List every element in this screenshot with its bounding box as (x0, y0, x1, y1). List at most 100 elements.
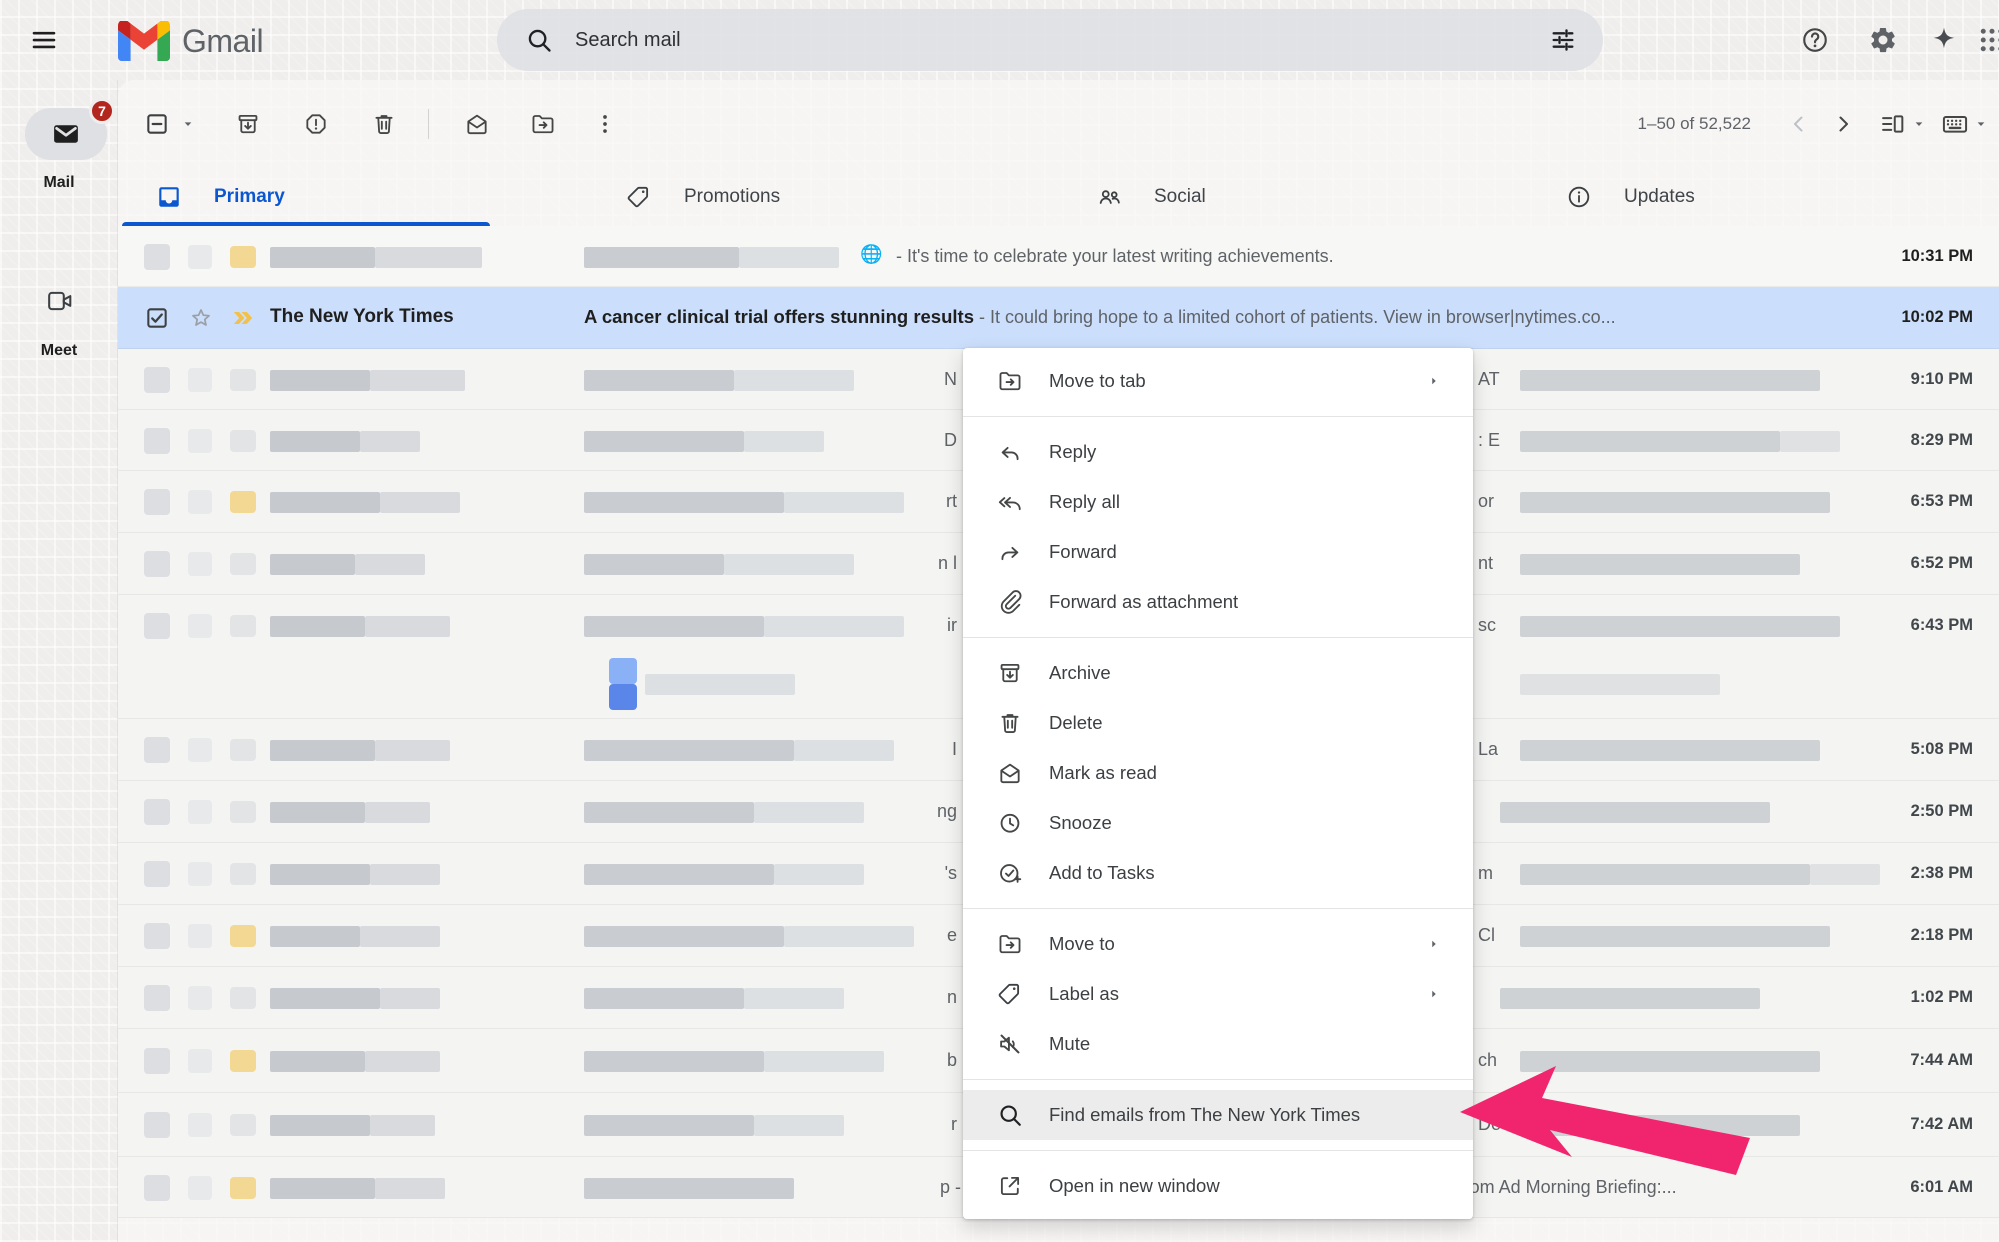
meet-label: Meet (0, 342, 118, 360)
blurred-block (144, 985, 170, 1011)
snippet-emoji: 🌐 (860, 244, 882, 265)
email-time: 10:02 PM (1901, 308, 1973, 327)
blurred-block (144, 489, 170, 515)
tab-label: Promotions (684, 186, 780, 208)
blurred-text-bar (724, 554, 854, 575)
toolbar-divider (428, 109, 429, 139)
split-pane-toggle[interactable] (1879, 110, 1927, 138)
clipped-text-fragment: N (944, 369, 957, 390)
menu-item-move-to-tab[interactable]: Move to tab (963, 356, 1473, 406)
email-row[interactable]: 🌐- It's time to celebrate your latest wr… (118, 226, 1999, 287)
menu-item-reply-all[interactable]: Reply all (963, 477, 1473, 527)
delete-button[interactable] (362, 102, 406, 146)
menu-item-label: Reply all (1049, 491, 1120, 513)
blurred-text-bar (584, 247, 739, 268)
menu-item-mute[interactable]: Mute (963, 1019, 1473, 1069)
clipped-text-fragment: AT (1478, 369, 1500, 390)
blurred-block (188, 1049, 212, 1073)
search-options-icon[interactable] (1549, 26, 1577, 54)
clipped-text-fragment: I (952, 739, 957, 760)
menu-item-label: Mute (1049, 1033, 1090, 1055)
blurred-text-bar (584, 926, 784, 947)
tab-social[interactable]: Social (1058, 168, 1528, 226)
search-input[interactable] (575, 29, 1549, 52)
menu-item-move-to[interactable]: Move to (963, 919, 1473, 969)
email-time: 2:50 PM (1911, 802, 1973, 821)
blurred-block (230, 369, 256, 391)
reply-all-icon (997, 489, 1023, 515)
move-to-button[interactable] (521, 102, 565, 146)
blurred-block (230, 801, 256, 823)
mark-read-button[interactable] (455, 102, 499, 146)
select-all-checkbox[interactable] (135, 102, 179, 146)
gear-icon (1868, 25, 1898, 55)
older-page-button[interactable] (1821, 102, 1865, 146)
clipped-text-fragment: n l (938, 553, 957, 574)
menu-item-label: Forward as attachment (1049, 591, 1238, 613)
row-checkbox-checked[interactable] (144, 305, 170, 331)
select-dropdown[interactable] (174, 102, 202, 146)
menu-divider (963, 1150, 1473, 1151)
blurred-block (188, 245, 212, 269)
tab-updates[interactable]: Updates (1528, 168, 1998, 226)
menu-item-label: Move to (1049, 933, 1115, 955)
blurred-text-bar (365, 1051, 440, 1072)
search-icon[interactable] (525, 26, 553, 54)
blurred-block (144, 613, 170, 639)
blurred-text-bar (744, 988, 844, 1009)
hamburger-icon (29, 25, 59, 55)
blurred-text-bar (370, 370, 465, 391)
menu-item-snooze[interactable]: Snooze (963, 798, 1473, 848)
task-add-icon (997, 860, 1023, 886)
importance-marker-icon[interactable] (230, 305, 256, 331)
blurred-block (230, 615, 256, 637)
menu-divider (963, 416, 1473, 417)
help-button[interactable] (1791, 16, 1839, 64)
input-tools-toggle[interactable] (1941, 110, 1989, 138)
clipped-text-fragment: La (1478, 739, 1498, 760)
reply-icon (997, 439, 1023, 465)
menu-item-forward[interactable]: Forward (963, 527, 1473, 577)
email-time: 9:10 PM (1911, 370, 1973, 389)
apps-button[interactable] (1968, 16, 1999, 64)
menu-item-mark-as-read[interactable]: Mark as read (963, 748, 1473, 798)
menu-item-delete[interactable]: Delete (963, 698, 1473, 748)
menu-item-open-in-new-window[interactable]: Open in new window (963, 1161, 1473, 1211)
more-options-button[interactable] (583, 102, 627, 146)
menu-item-find-emails-from-the-new-york-times[interactable]: Find emails from The New York Times (963, 1090, 1473, 1140)
blurred-text-bar (774, 864, 864, 885)
more-vert-icon (592, 111, 618, 137)
archive-button[interactable] (226, 102, 270, 146)
blurred-block (188, 552, 212, 576)
gmail-logo[interactable]: Gmail (118, 20, 263, 62)
menu-item-forward-as-attachment[interactable]: Forward as attachment (963, 577, 1473, 627)
report-spam-button[interactable] (294, 102, 338, 146)
menu-item-label-as[interactable]: Label as (963, 969, 1473, 1019)
search-bar[interactable] (497, 9, 1603, 71)
blurred-text-bar (584, 431, 744, 452)
menu-item-add-to-tasks[interactable]: Add to Tasks (963, 848, 1473, 898)
blurred-text-bar (270, 988, 380, 1009)
clipped-text-fragment: sc (1478, 615, 1496, 636)
sidebar-item-meet[interactable] (44, 288, 76, 314)
main-menu-button[interactable] (20, 16, 68, 64)
blurred-text-bar (1520, 492, 1830, 513)
email-row-selected[interactable]: The New York TimesA cancer clinical tria… (118, 287, 1999, 349)
inbox-tabs: Primary Promotions SocialUpdates (118, 168, 1999, 226)
star-icon[interactable] (188, 305, 214, 331)
blurred-text-bar (1520, 864, 1810, 885)
blurred-block (144, 428, 170, 454)
blurred-block (144, 799, 170, 825)
gemini-button[interactable] (1920, 16, 1968, 64)
tab-primary[interactable]: Primary (118, 168, 588, 226)
menu-item-archive[interactable]: Archive (963, 648, 1473, 698)
email-time: 2:38 PM (1911, 864, 1973, 883)
menu-divider (963, 908, 1473, 909)
newer-page-button[interactable] (1777, 102, 1821, 146)
blurred-text-bar (794, 740, 894, 761)
settings-button[interactable] (1859, 16, 1907, 64)
sidebar-item-mail[interactable]: 7 (25, 108, 107, 160)
tab-promotions[interactable]: Promotions (588, 168, 1058, 226)
menu-item-reply[interactable]: Reply (963, 427, 1473, 477)
blurred-text-bar (584, 492, 784, 513)
